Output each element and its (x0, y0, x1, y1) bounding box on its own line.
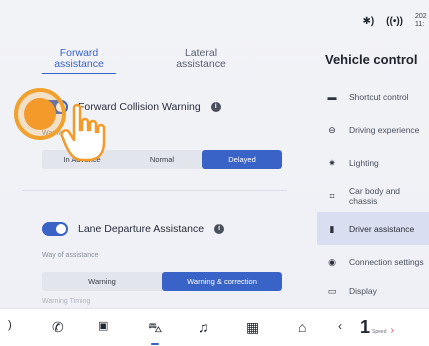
sidebar-item-driving-experience[interactable]: ⊖ Driving experience (317, 113, 429, 146)
clock-date: 202 (415, 13, 427, 20)
sidebar-item-display[interactable]: ▭ Display (317, 278, 429, 296)
home-icon[interactable]: ⌂ (298, 319, 306, 335)
sidebar-item-label: Car body and chassis (349, 185, 401, 206)
sidebar-title: Vehicle control (325, 52, 418, 67)
chevron-right-icon[interactable]: › (390, 325, 393, 336)
display-icon: ▭ (327, 286, 337, 296)
vehicle-settings-screen: ✱) ((•)) 202 11: Forward assistance Late… (0, 0, 429, 346)
light-icon: ✷ (328, 157, 336, 168)
car-settings-icon[interactable]: ⛍ (148, 319, 162, 345)
sidebar-item-label: Shortcut control (349, 91, 409, 102)
chassis-icon: ⌗ (329, 190, 335, 201)
steering-wheel-icon: ⊖ (328, 124, 336, 135)
clock-time: 11: (415, 21, 425, 28)
lda-info-icon[interactable]: i (214, 224, 225, 234)
signal-icon: ((•)) (386, 15, 403, 27)
sidebar-item-label: Lighting (349, 157, 379, 168)
sidebar-item-connection-settings[interactable]: ◉ Connection settings (317, 245, 429, 278)
speed-value: 1 (360, 317, 371, 337)
connection-icon: ◉ (328, 256, 336, 267)
car-icon: ▬ (327, 91, 337, 102)
sidebar-item-label: Display (349, 286, 377, 296)
sidebar-item-label: Driving experience (349, 124, 420, 135)
tab-lateral-assistance[interactable]: Lateral assistance (164, 48, 238, 74)
tap-hint-dot (24, 98, 56, 130)
lda-row: Lane Departure Assistance i (42, 222, 225, 236)
tab-forward-assistance[interactable]: Forward assistance (42, 48, 116, 74)
bottom-navigation-bar: ) ✆ ▣ ⛍ ♫ ▦ ⌂ ‹ 1 Speed › (0, 308, 429, 346)
status-bar: ✱) ((•)) 202 11: (362, 8, 429, 34)
apps-grid-icon[interactable]: ▦ (246, 319, 259, 336)
lda-toggle[interactable] (42, 222, 68, 236)
speed-control[interactable]: 1 Speed › (360, 317, 394, 338)
bluetooth-icon: ✱) (362, 15, 375, 27)
chevron-left-icon[interactable]: ‹ (338, 319, 342, 333)
sidebar-item-label: Connection settings (349, 256, 424, 267)
driver-assist-icon: ▮ (329, 223, 335, 234)
speed-label: Speed (372, 329, 387, 335)
audio-icon[interactable]: ) (8, 319, 12, 331)
lda-timing-label: Warning Timing (42, 298, 91, 305)
dashcam-icon[interactable]: ▣ (98, 319, 108, 332)
sidebar-menu: ▬ Shortcut control ⊖ Driving experience … (317, 80, 429, 296)
sidebar-item-driver-assistance[interactable]: ▮ Driver assistance (317, 212, 429, 245)
fcw-option-normal[interactable]: Normal (122, 150, 202, 169)
clock: 202 11: (415, 13, 427, 29)
vehicle-control-sidebar: Vehicle control ▬ Shortcut control ⊖ Dri… (305, 40, 429, 305)
fcw-info-icon[interactable]: i (210, 102, 221, 112)
assistance-settings-panel: Forward assistance Lateral assistance Fo… (12, 40, 289, 305)
fcw-option-delayed[interactable]: Delayed (202, 150, 282, 169)
sidebar-item-car-body-chassis[interactable]: ⌗ Car body and chassis (317, 179, 429, 212)
phone-icon[interactable]: ✆ (52, 319, 64, 336)
lda-way-selector: Warning Warning & correction (42, 272, 282, 291)
lda-way-label: Way of assistance (42, 252, 99, 259)
sidebar-item-lighting[interactable]: ✷ Lighting (317, 146, 429, 179)
section-divider (22, 190, 287, 191)
assistance-tabs: Forward assistance Lateral assistance (42, 48, 238, 74)
lda-option-warning-correction[interactable]: Warning & correction (162, 272, 282, 291)
hand-pointer-icon (60, 103, 106, 162)
lda-label: Lane Departure Assistance (78, 223, 205, 235)
sidebar-item-shortcut-control[interactable]: ▬ Shortcut control (317, 80, 429, 113)
lda-option-warning[interactable]: Warning (42, 272, 162, 291)
music-icon[interactable]: ♫ (198, 319, 209, 335)
sidebar-item-label: Driver assistance (349, 223, 415, 234)
